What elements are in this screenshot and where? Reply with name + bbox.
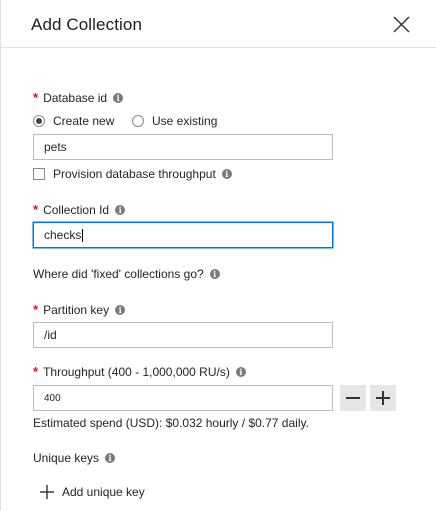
collection-id-label: * Collection Id i (33, 202, 126, 217)
required-marker: * (33, 364, 39, 379)
use-existing-radio[interactable] (132, 115, 144, 127)
partition-key-label-text: Partition key (43, 302, 110, 317)
info-icon[interactable]: i (115, 204, 126, 215)
increment-button[interactable] (370, 385, 396, 411)
plus-icon (40, 485, 54, 499)
info-icon[interactable]: i (105, 453, 116, 463)
info-icon[interactable]: i (221, 169, 232, 179)
database-id-label: * Database id i (33, 90, 124, 105)
unique-keys-label-text: Unique keys (33, 451, 100, 465)
provision-throughput-checkbox[interactable] (33, 168, 45, 180)
required-marker: * (33, 202, 39, 217)
throughput-label-text: Throughput (400 - 1,000,000 RU/s) (43, 364, 230, 379)
database-id-label-text: Database id (43, 90, 108, 105)
collection-id-value: checks (44, 228, 82, 242)
info-icon[interactable]: i (209, 269, 220, 279)
add-unique-key-button[interactable]: Add unique key (40, 485, 145, 499)
required-marker: * (33, 90, 39, 105)
throughput-label: * Throughput (400 - 1,000,000 RU/s) i (33, 364, 246, 379)
panel-title: Add Collection (31, 15, 143, 34)
add-collection-panel: Add Collection * Database id i Create ne… (0, 0, 436, 511)
database-id-value: pets (44, 140, 67, 154)
add-unique-key-label: Add unique key (62, 485, 145, 499)
throughput-input[interactable]: 400 (33, 385, 333, 411)
throughput-value: 400 (44, 392, 61, 404)
provision-throughput-text: Provision database throughput (53, 167, 216, 181)
database-id-input[interactable]: pets (33, 134, 333, 160)
required-marker: * (33, 302, 39, 317)
fixed-collections-text: Where did 'fixed' collections go? (33, 267, 204, 281)
create-new-radio[interactable] (33, 115, 45, 127)
partition-key-input[interactable]: /id (33, 322, 333, 348)
unique-keys-label: Unique keys i (33, 451, 116, 465)
collection-id-label-text: Collection Id (43, 202, 110, 217)
collection-id-input[interactable]: checks (33, 222, 333, 248)
info-icon[interactable]: i (115, 304, 126, 315)
create-new-label[interactable]: Create new (53, 114, 114, 128)
text-caret (82, 228, 84, 242)
fixed-collections-link[interactable]: Where did 'fixed' collections go? i (33, 267, 220, 281)
panel-header: Add Collection (0, 0, 436, 48)
decrement-button[interactable] (340, 385, 366, 411)
use-existing-label[interactable]: Use existing (152, 114, 217, 128)
estimated-spend-text: Estimated spend (USD): $0.032 hourly / $… (33, 416, 309, 430)
partition-key-value: /id (44, 328, 57, 342)
panel-border (0, 0, 1, 511)
partition-key-label: * Partition key i (33, 302, 126, 317)
info-icon[interactable]: i (235, 366, 246, 377)
info-icon[interactable]: i (113, 92, 124, 103)
provision-throughput-label[interactable]: Provision database throughput i (53, 167, 232, 181)
close-icon[interactable] (392, 15, 411, 34)
